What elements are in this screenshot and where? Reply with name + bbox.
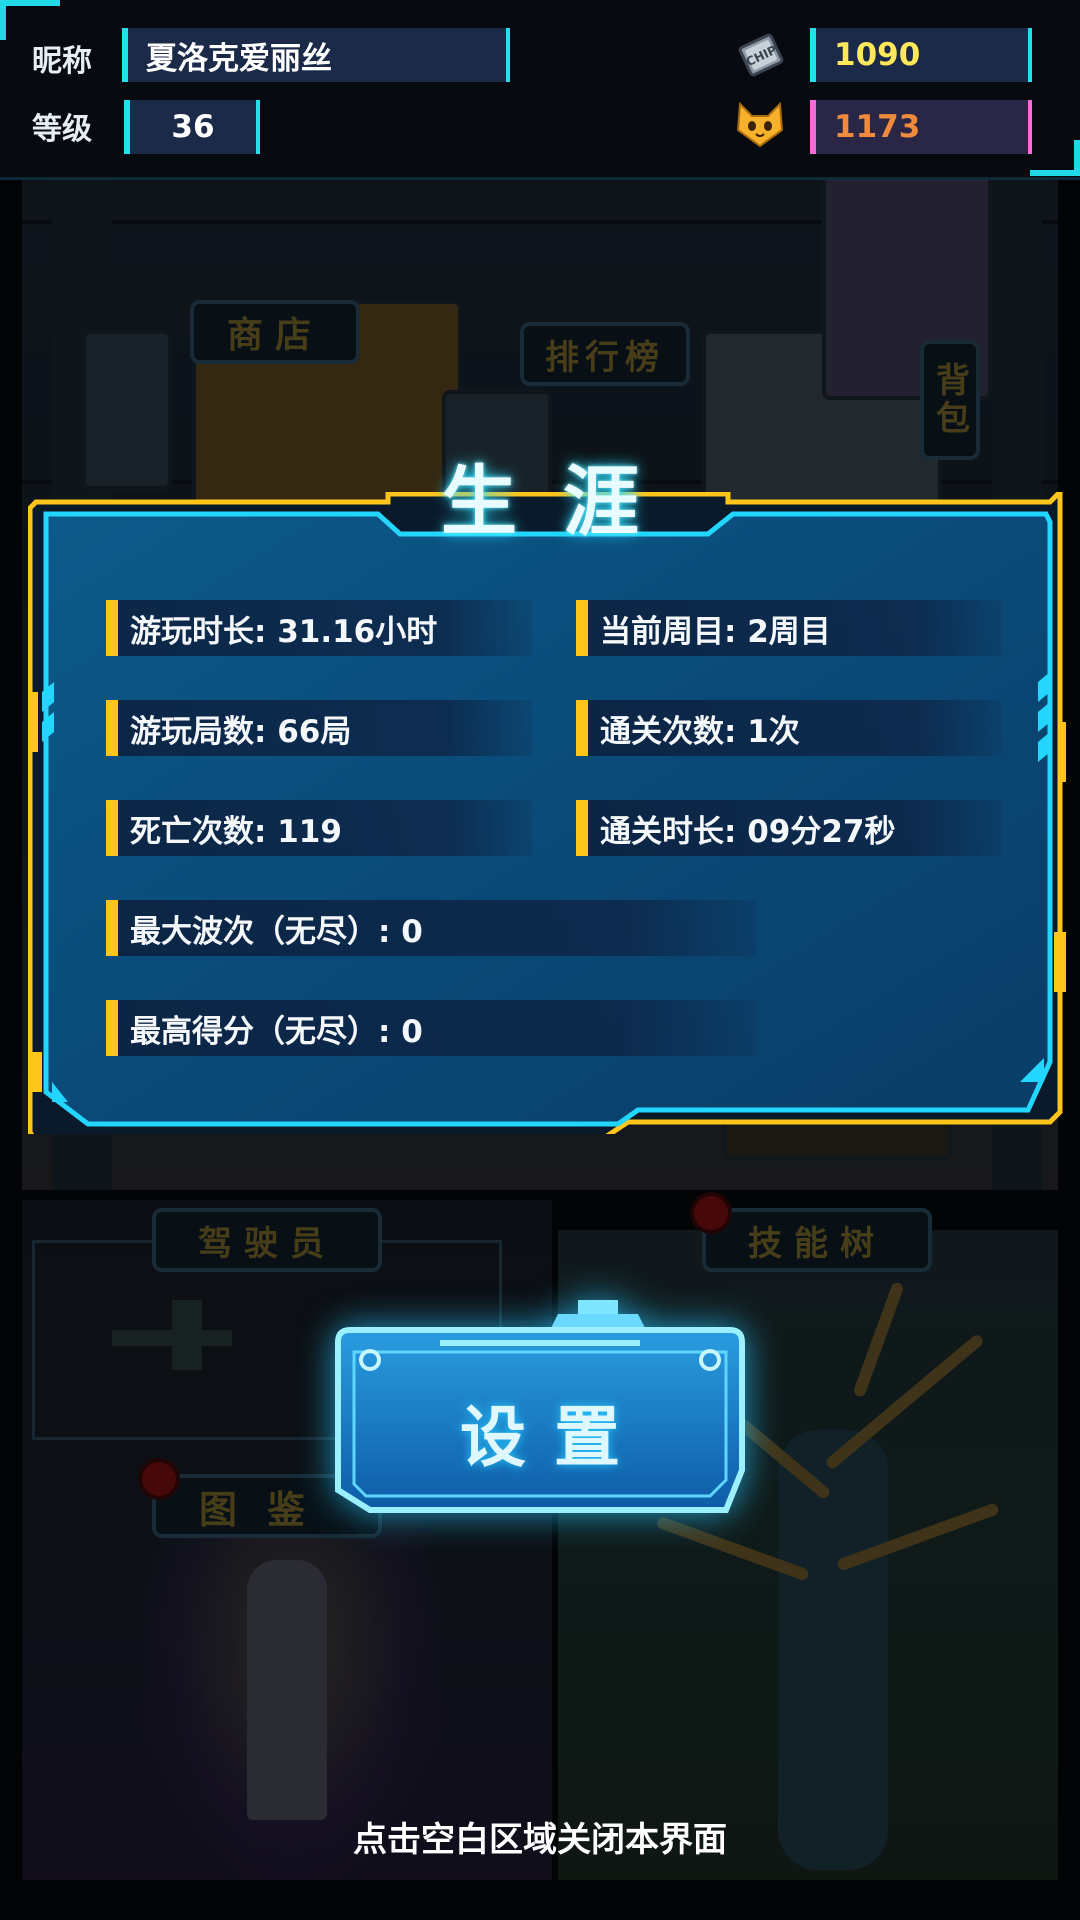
coin-value: 1090 <box>834 37 921 73</box>
nickname-field: 夏洛克爱丽丝 <box>122 28 510 82</box>
player-header: 昵称 夏洛克爱丽丝 等级 36 CHIP 1090 1173 <box>0 0 1080 180</box>
cat-currency-value: 1173 <box>834 109 921 145</box>
settings-button[interactable]: 设置 <box>330 1300 750 1520</box>
stat-play-time: 游玩时长: 31.16小时 <box>106 600 532 656</box>
stat-current-cycle: 当前周目: 2周目 <box>576 600 1002 656</box>
stat-clear-time: 通关时长: 09分27秒 <box>576 800 1002 856</box>
stat-death-count: 死亡次数: 119 <box>106 800 532 856</box>
close-hint: 点击空白区域关闭本界面 <box>353 1820 727 1860</box>
level-value: 36 <box>171 109 215 145</box>
stat-clear-count: 通关次数: 1次 <box>576 700 1002 756</box>
stat-high-score-endless: 最高得分（无尽）: 0 <box>106 1000 756 1056</box>
nickname-label: 昵称 <box>32 44 92 79</box>
level-field: 36 <box>124 100 260 154</box>
cat-face-icon <box>734 100 786 150</box>
panel-title: 生涯 <box>441 457 685 546</box>
nickname-value: 夏洛克爱丽丝 <box>146 40 332 77</box>
settings-button-label: 设置 <box>460 1399 648 1476</box>
cat-currency-field: 1173 <box>810 100 1032 154</box>
coin-field: 1090 <box>810 28 1032 82</box>
chip-card-icon: CHIP <box>736 32 786 78</box>
stat-play-count: 游玩局数: 66局 <box>106 700 532 756</box>
stat-max-wave-endless: 最大波次（无尽）: 0 <box>106 900 756 956</box>
level-label: 等级 <box>32 112 92 147</box>
